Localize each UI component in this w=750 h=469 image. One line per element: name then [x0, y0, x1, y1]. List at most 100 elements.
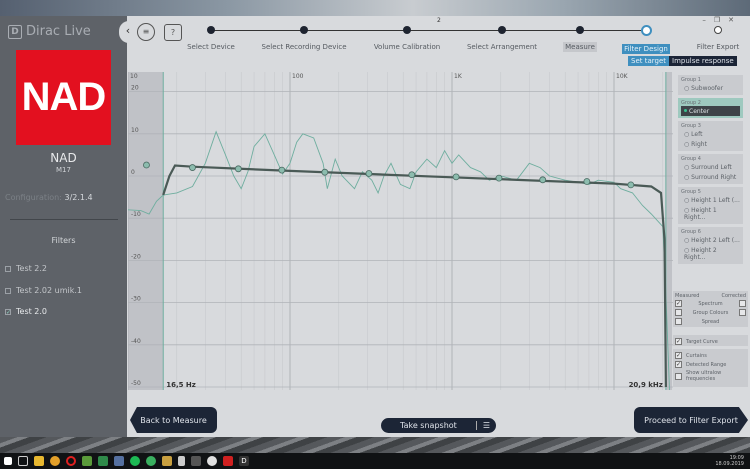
target-control-point [278, 166, 286, 174]
step-dot [714, 26, 722, 34]
channel-group[interactable]: Group 1 ○ Subwoofer [678, 75, 743, 95]
whatsapp-icon[interactable] [146, 456, 156, 466]
channel-item[interactable]: Center [681, 106, 740, 116]
app-icon[interactable] [162, 456, 172, 466]
x-tick-label: 10K [616, 73, 629, 80]
app-name: Dirac Live [26, 24, 91, 39]
take-snapshot-button[interactable]: Take snapshot ☰ [381, 418, 496, 433]
filter-label: Test 2.02 umik.1 [16, 286, 83, 295]
dirac-logo: D Dirac Live [8, 24, 91, 39]
tab-impulse-response[interactable]: Impulse response [669, 56, 737, 66]
dirac-taskbar-icon[interactable]: D [239, 456, 249, 466]
chrome-icon[interactable] [50, 456, 60, 466]
filter-item[interactable]: ✓ Test 2.0 [5, 307, 47, 316]
channel-group[interactable]: Group 3 ○ Left ○ Right [678, 121, 743, 151]
channel-group[interactable]: Group 2 Center [678, 98, 743, 118]
opera-icon[interactable] [66, 456, 76, 466]
proceed-to-filter-export-button[interactable]: Proceed to Filter Export [634, 407, 748, 433]
collapse-sidebar-button[interactable]: ‹ [119, 21, 137, 43]
y-tick-label: -50 [131, 380, 141, 387]
channel-group[interactable]: Group 4 ○ Surround Left ○ Surround Right [678, 154, 743, 184]
y-tick-label: -30 [131, 296, 141, 303]
app-icon[interactable] [114, 456, 124, 466]
excel-icon[interactable] [98, 456, 108, 466]
y-tick-label: -20 [131, 253, 141, 260]
spectrum-options: Measured Corrected ✓ Spectrum Group Colour… [673, 291, 748, 327]
channel-item[interactable]: ○ Height 1 Right... [681, 205, 740, 222]
step-label: Volume Calibration [373, 43, 441, 51]
back-to-measure-button[interactable]: Back to Measure [130, 407, 217, 433]
channel-item[interactable]: ○ Height 1 Left (... [681, 195, 740, 205]
y-tick-label: -40 [131, 338, 141, 345]
filter-label: Test 2.0 [16, 307, 48, 316]
spotify-icon[interactable] [130, 456, 140, 466]
step-dot [576, 26, 584, 34]
step-select-recording-device[interactable]: Select Recording Device [244, 26, 364, 53]
device-brand: NAD [50, 151, 77, 165]
detected-range-label: Detected Range [686, 361, 727, 368]
spectrum-measured-checkbox[interactable]: ✓ [675, 300, 682, 307]
ultralow-checkbox[interactable] [675, 372, 682, 380]
channel-item[interactable]: ○ Height 2 Left (... [681, 235, 740, 245]
checkbox[interactable] [5, 287, 11, 294]
filter-item[interactable]: Test 2.2 [5, 264, 47, 273]
close-button[interactable]: ✕ [728, 16, 742, 24]
checkbox-checked[interactable]: ✓ [5, 308, 11, 315]
target-control-point [539, 176, 547, 184]
step-label: Select Recording Device [261, 43, 347, 51]
target-curve-checkbox[interactable]: ✓ [675, 338, 682, 345]
curtains-checkbox[interactable]: ✓ [675, 352, 682, 359]
group-colours-corrected-checkbox[interactable] [739, 309, 746, 316]
step-label: Select Device [187, 43, 235, 51]
target-curve-option: ✓ Target Curve [673, 335, 748, 346]
channel-item[interactable]: ○ Left [681, 129, 740, 139]
configuration: Configuration: 3/2.1.4 [5, 193, 93, 202]
maximize-button[interactable]: ❐ [714, 16, 728, 24]
target-control-point [452, 173, 460, 181]
sidebar: D Dirac Live NAD NAD M17 Configuration: 3… [0, 16, 127, 437]
tab-set-target[interactable]: Set target [628, 56, 670, 66]
channel-groups-panel: Group 1 ○ Subwoofer Group 2 Center Group 3 ○ … [678, 75, 743, 267]
calculator-icon[interactable] [178, 456, 185, 466]
snapshot-list-icon[interactable]: ☰ [475, 421, 496, 430]
corrected-label: Corrected [721, 293, 747, 299]
task-view-icon[interactable] [18, 456, 28, 466]
target-control-point [495, 174, 503, 182]
acrobat-icon[interactable] [223, 456, 233, 466]
channel-group[interactable]: Group 5 ○ Height 1 Left (... ○ Height 1 Ri… [678, 187, 743, 224]
y-tick-label: 0 [131, 169, 135, 176]
file-explorer-icon[interactable] [34, 456, 44, 466]
x-tick-label: 1K [454, 73, 463, 80]
step-filter-export[interactable]: Filter Export [658, 26, 750, 53]
app-icon[interactable] [207, 456, 217, 466]
detected-range-checkbox[interactable]: ✓ [675, 361, 682, 368]
channel-item[interactable]: ○ Right [681, 139, 740, 149]
step-dot [207, 26, 215, 34]
spectrum-corrected-checkbox[interactable] [739, 300, 746, 307]
channel-item[interactable]: ○ Surround Left [681, 162, 740, 172]
snapshot-label: Take snapshot [400, 421, 457, 430]
y-tick-label: -10 [131, 211, 141, 218]
step-label: Filter Export [696, 43, 740, 51]
counter: 2 [437, 17, 441, 24]
app-icon[interactable] [82, 456, 92, 466]
channel-item[interactable]: ○ Subwoofer [681, 83, 740, 93]
target-control-point [143, 161, 150, 169]
target-control-point [321, 168, 329, 176]
channel-group[interactable]: Group 6 ○ Height 2 Left (... ○ Height 2 Ri… [678, 227, 743, 264]
minimize-button[interactable]: – [702, 16, 714, 24]
checkbox[interactable] [5, 265, 11, 272]
spread-checkbox[interactable] [675, 318, 682, 325]
filter-item[interactable]: Test 2.02 umik.1 [5, 286, 82, 295]
window-controls[interactable]: –❐✕ [702, 16, 742, 24]
channel-item[interactable]: ○ Height 2 Right... [681, 245, 740, 262]
filter-design-subtabs: Set target Impulse response [628, 56, 737, 66]
frequency-response-chart[interactable]: 20100-10-20-30-40-5010 100 1K 10K16,5 Hz 20,… [128, 72, 673, 390]
windows-start-icon[interactable] [4, 457, 12, 465]
group-colours-measured-checkbox[interactable] [675, 309, 682, 316]
channel-item[interactable]: ○ Surround Right [681, 172, 740, 182]
device-model: M17 [56, 166, 71, 174]
system-tray[interactable]: 19:09 18.09.2019 [715, 455, 744, 467]
target-control-point [627, 181, 635, 189]
app-icon[interactable] [191, 456, 201, 466]
